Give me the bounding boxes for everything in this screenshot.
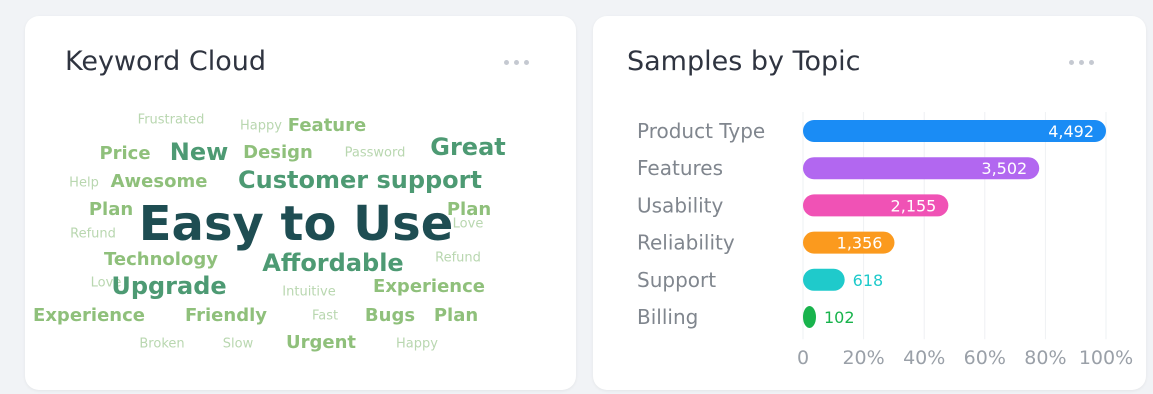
keyword-word[interactable]: Experience <box>33 307 145 325</box>
keyword-word[interactable]: Happy <box>396 338 438 351</box>
bar-value-label: 4,492 <box>1048 122 1094 141</box>
keyword-word[interactable]: Great <box>430 135 505 159</box>
keyword-word[interactable]: Upgrade <box>111 274 226 298</box>
keyword-word[interactable]: Slow <box>223 338 253 351</box>
keyword-cloud-card: Keyword Cloud Frustrated Happy Feature Pric… <box>25 16 576 390</box>
category-label: Product Type <box>637 119 765 143</box>
keyword-word[interactable]: Intuitive <box>282 286 335 299</box>
keyword-word[interactable]: Plan <box>89 201 133 219</box>
keyword-word[interactable]: Experience <box>373 278 485 296</box>
bar-value-label: 2,155 <box>891 196 937 215</box>
category-label: Features <box>637 156 723 180</box>
keyword-word[interactable]: Happy <box>240 120 282 133</box>
category-label: Usability <box>637 193 724 217</box>
keyword-word[interactable]: Plan <box>434 307 478 325</box>
bar-value-label: 618 <box>853 271 884 290</box>
keyword-word[interactable]: Friendly <box>185 307 267 325</box>
keyword-word[interactable]: Easy to Use <box>139 200 453 248</box>
keyword-word[interactable]: Fast <box>312 310 338 323</box>
keyword-cloud: Frustrated Happy Feature Price New Design Pass… <box>25 16 576 390</box>
x-tick-label: 60% <box>964 347 1006 369</box>
keyword-word[interactable]: Refund <box>435 252 481 265</box>
samples-by-topic-card: Samples by Topic 0 20% 40% 60% 80% 100% Produc… <box>593 16 1146 390</box>
keyword-word[interactable]: Price <box>99 145 150 163</box>
x-tick-label: 0 <box>797 347 809 369</box>
x-tick-label: 80% <box>1024 347 1066 369</box>
keyword-word[interactable]: Affordable <box>262 251 403 275</box>
keyword-word[interactable]: New <box>170 140 229 164</box>
x-tick-label: 20% <box>842 347 884 369</box>
keyword-word[interactable]: Love <box>453 218 484 231</box>
bar[interactable] <box>803 306 816 328</box>
keyword-word[interactable]: Awesome <box>111 173 208 191</box>
keyword-word[interactable]: Help <box>69 177 99 190</box>
bar-value-label: 1,356 <box>837 234 883 253</box>
category-label: Billing <box>637 305 698 329</box>
keyword-word[interactable]: Frustrated <box>138 114 205 127</box>
bar-value-label: 102 <box>824 308 855 327</box>
category-label: Reliability <box>637 231 735 255</box>
keyword-word[interactable]: Refund <box>70 228 116 241</box>
keyword-word[interactable]: Customer support <box>238 168 482 192</box>
keyword-word[interactable]: Technology <box>104 251 218 269</box>
x-tick-label: 100% <box>1079 347 1133 369</box>
x-tick-label: 40% <box>903 347 945 369</box>
keyword-word[interactable]: Feature <box>288 117 366 135</box>
keyword-word[interactable]: Design <box>243 144 313 162</box>
keyword-word[interactable]: Urgent <box>286 334 356 352</box>
keyword-word[interactable]: Password <box>345 147 406 160</box>
bar-value-label: 3,502 <box>981 159 1027 178</box>
category-label: Support <box>637 268 716 292</box>
samples-by-topic-chart: 0 20% 40% 60% 80% 100% Product Type 4,492 Featur… <box>637 112 1133 369</box>
keyword-word[interactable]: Broken <box>139 338 184 351</box>
bar[interactable] <box>803 268 845 291</box>
keyword-word[interactable]: Bugs <box>365 307 415 325</box>
